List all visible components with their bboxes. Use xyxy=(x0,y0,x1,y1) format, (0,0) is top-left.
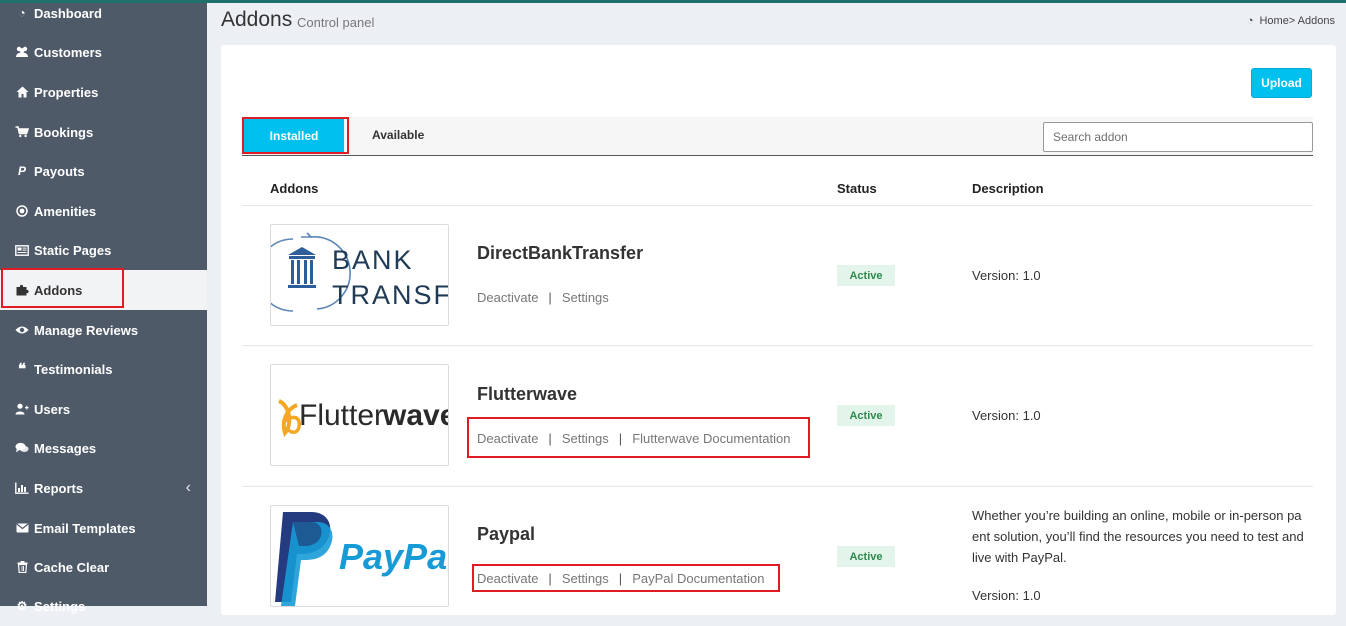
cart-icon xyxy=(15,125,29,139)
comments-icon xyxy=(15,441,29,455)
circle-dot-icon xyxy=(15,204,29,218)
addon-version: Version: 1.0 xyxy=(972,268,1041,283)
description-line: live with PayPal. xyxy=(972,550,1067,565)
sidebar-item-dashboard[interactable]: ◔ Dashboard xyxy=(0,0,207,33)
column-header-addons: Addons xyxy=(270,181,319,196)
tab-available[interactable]: Available xyxy=(372,128,424,142)
envelope-icon xyxy=(15,521,29,535)
eye-icon xyxy=(15,323,29,337)
addon-description: Whether you’re building an online, mobil… xyxy=(972,505,1313,606)
page-subtitle: Control panel xyxy=(297,15,375,30)
table-divider xyxy=(242,486,1313,487)
sidebar-item-manage-reviews[interactable]: Manage Reviews xyxy=(0,310,207,350)
sidebar-item-label: Dashboard xyxy=(34,5,102,21)
settings-link[interactable]: Settings xyxy=(562,290,609,305)
upload-button[interactable]: Upload xyxy=(1251,68,1312,98)
sidebar-item-label: Messages xyxy=(34,440,97,456)
flutterwave-logo: Flutter wave xyxy=(270,364,449,466)
flutterwave-logo-text-2: wave xyxy=(382,399,449,432)
flutterwave-logo-text-1: Flutter xyxy=(299,399,384,432)
sidebar-item-amenities[interactable]: Amenities xyxy=(0,191,207,231)
sidebar-item-customers[interactable]: Customers xyxy=(0,32,207,72)
quote-icon: ❝ xyxy=(17,360,27,378)
column-header-status: Status xyxy=(837,181,877,196)
sidebar-item-label: Reports xyxy=(34,480,84,496)
flutterwave-links-highlight-box xyxy=(467,417,810,458)
sidebar-item-label: Payouts xyxy=(34,163,85,179)
paypal-logo-text: PayPal xyxy=(339,536,449,577)
sidebar-item-users[interactable]: Users xyxy=(0,389,207,429)
paypal-icon: P xyxy=(17,164,26,178)
search-addon-input[interactable] xyxy=(1043,122,1313,152)
users-icon xyxy=(15,45,29,59)
sidebar-item-label: Users xyxy=(34,401,71,417)
bar-chart-icon xyxy=(15,481,29,495)
sidebar-item-payouts[interactable]: P Payouts xyxy=(0,151,207,191)
sidebar-item-settings[interactable]: ⚙ Settings xyxy=(0,586,207,626)
breadcrumb[interactable]: ◔ Home> Addons xyxy=(1247,15,1335,27)
paypal-links-highlight-box xyxy=(472,564,780,592)
status-badge: Active xyxy=(837,265,895,286)
sidebar-item-bookings[interactable]: Bookings xyxy=(0,112,207,152)
sidebar-item-label: Static Pages xyxy=(34,242,112,258)
sidebar-item-cache-clear[interactable]: Cache Clear xyxy=(0,547,207,587)
addon-name: Paypal xyxy=(477,524,536,544)
status-badge: Active xyxy=(837,546,895,567)
sidebar-item-label: Bookings xyxy=(34,124,94,140)
sidebar-item-label: Amenities xyxy=(34,203,97,219)
addon-version: Version: 1.0 xyxy=(972,588,1041,603)
sidebar-item-label: Manage Reviews xyxy=(34,322,139,338)
sidebar-item-label: Cache Clear xyxy=(34,559,110,575)
dashboard-icon: ◔ xyxy=(18,6,26,20)
paypal-logo: PayPal xyxy=(270,505,449,607)
installed-tab-highlight-box xyxy=(242,117,349,154)
sidebar-item-label: Customers xyxy=(34,44,102,60)
sidebar-item-testimonials[interactable]: ❝ Testimonials xyxy=(0,349,207,389)
table-divider xyxy=(242,345,1313,346)
sidebar-item-label: Settings xyxy=(34,598,86,614)
user-plus-icon xyxy=(15,402,29,416)
column-header-description: Description xyxy=(972,181,1044,196)
addons-sidebar-highlight-box xyxy=(1,268,124,308)
addon-tabs: Installed Available xyxy=(242,117,1313,156)
dashboard-icon: ◔ xyxy=(1246,15,1254,27)
addon-actions: Deactivate | Settings xyxy=(477,290,609,305)
chevron-left-icon[interactable]: ‹ xyxy=(186,479,191,497)
addon-name: Flutterwave xyxy=(477,384,578,404)
bank-transfer-logo: BANK TRANSFER xyxy=(270,224,449,326)
sidebar-item-label: Email Templates xyxy=(34,520,136,536)
deactivate-link[interactable]: Deactivate xyxy=(477,290,538,305)
table-divider xyxy=(242,205,1313,206)
sidebar-item-properties[interactable]: Properties xyxy=(0,72,207,112)
sidebar-item-messages[interactable]: Messages xyxy=(0,428,207,468)
sidebar-item-label: Properties xyxy=(34,84,99,100)
page-title: Addons xyxy=(221,8,293,31)
gear-icon: ⚙ xyxy=(16,599,28,613)
trash-icon xyxy=(15,560,29,574)
sidebar-item-static-pages[interactable]: Static Pages xyxy=(0,230,207,270)
newspaper-icon xyxy=(15,243,29,257)
status-badge: Active xyxy=(837,405,895,426)
sidebar-item-label: Testimonials xyxy=(34,361,113,377)
addon-name: DirectBankTransfer xyxy=(477,243,644,263)
breadcrumb-text[interactable]: Home> Addons xyxy=(1259,15,1335,27)
sidebar-item-reports[interactable]: Reports ‹ xyxy=(0,468,207,508)
home-icon xyxy=(15,85,29,99)
addons-card: Upload Installed Available Addons Status… xyxy=(221,45,1336,615)
description-line: ent solution, you’ll find the resources … xyxy=(972,529,1304,544)
sidebar-item-email-templates[interactable]: Email Templates xyxy=(0,508,207,548)
addon-version: Version: 1.0 xyxy=(972,408,1041,423)
bank-logo-text-2: TRANSFER xyxy=(332,280,449,310)
bank-logo-text-1: BANK xyxy=(332,245,414,275)
description-line: Whether you’re building an online, mobil… xyxy=(972,508,1302,523)
